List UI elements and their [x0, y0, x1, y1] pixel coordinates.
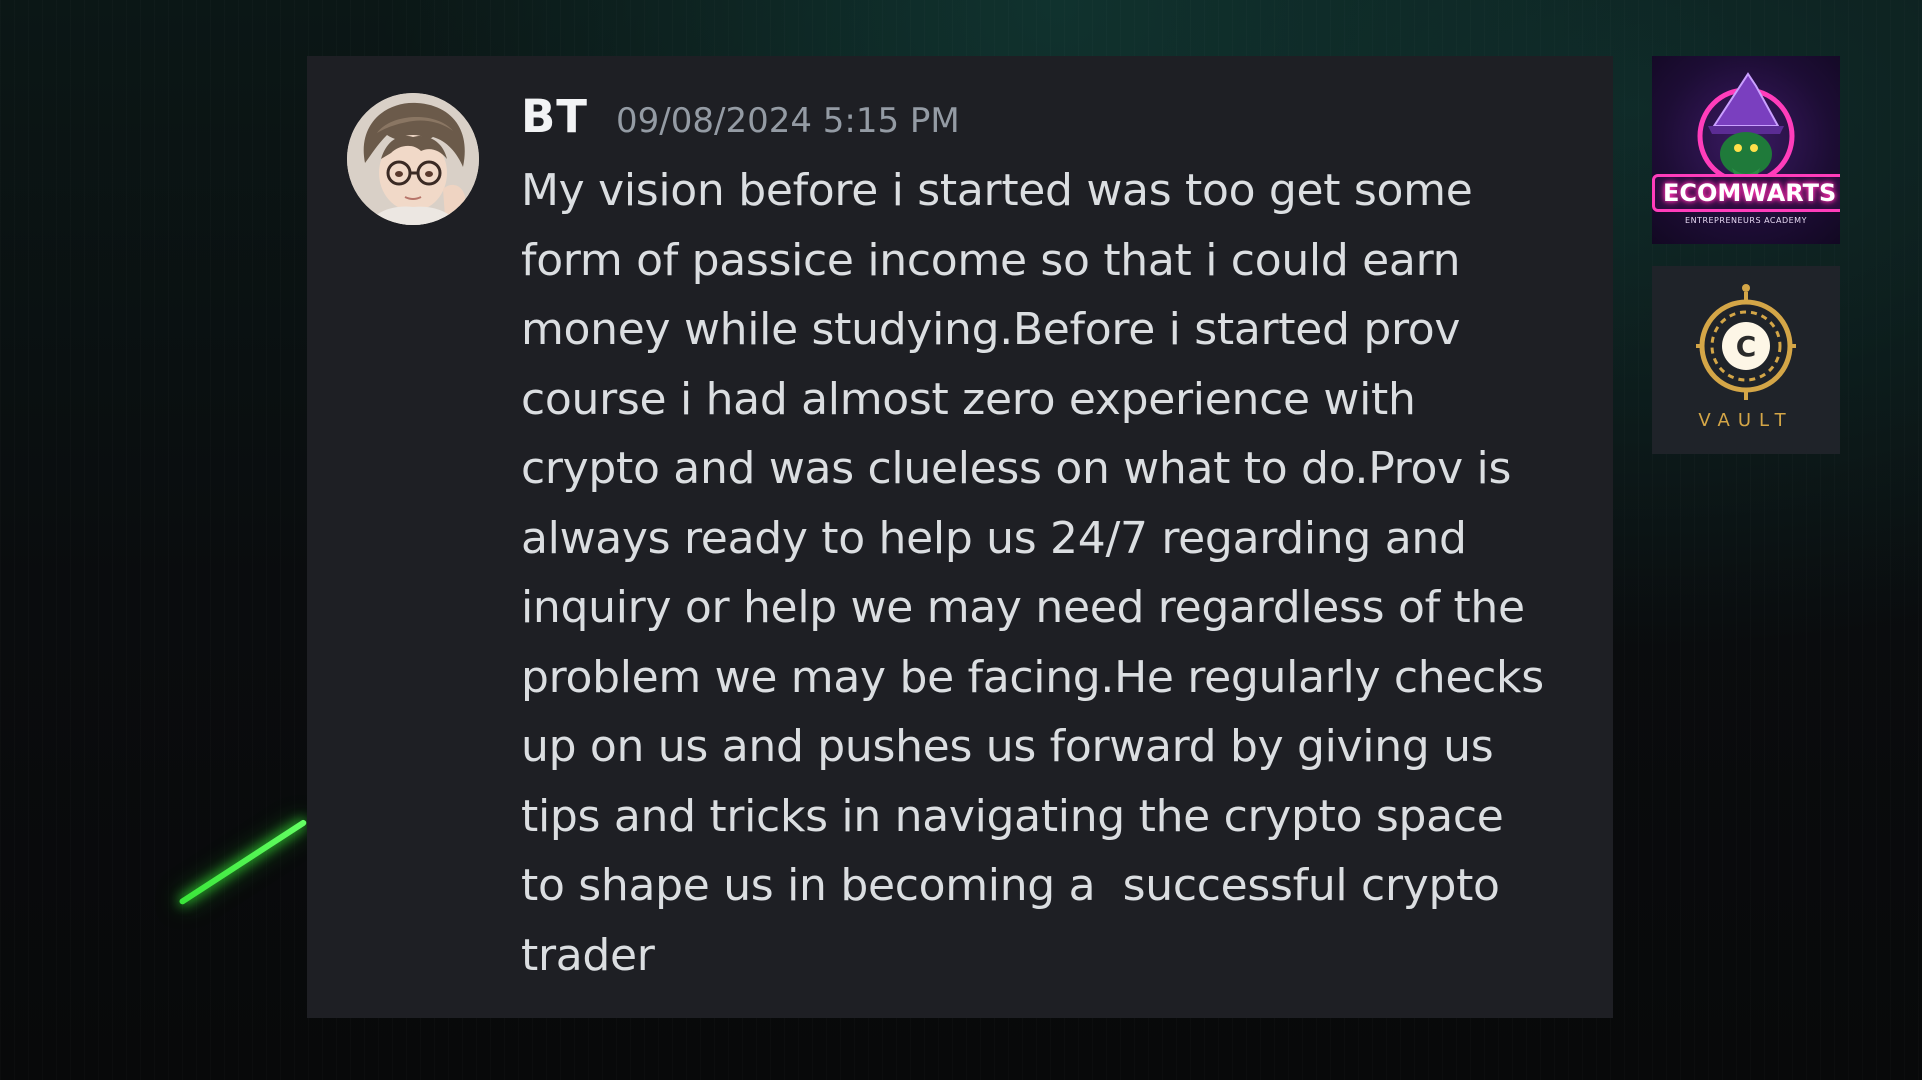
vault-wordmark: VAULT — [1698, 410, 1794, 431]
message-line: inquiry or help we may need regardless o… — [521, 582, 1525, 633]
message-timestamp: 09/08/2024 5:15 PM — [616, 101, 960, 141]
chat-message-card: BT 09/08/2024 5:15 PM My vision before i… — [307, 56, 1613, 1018]
username[interactable]: BT — [521, 90, 588, 143]
avatar[interactable] — [347, 93, 479, 225]
ecomwarts-tagline: ENTREPRENEURS ACADEMY — [1685, 216, 1807, 225]
message-line: money while studying.Before i started pr… — [521, 304, 1461, 355]
message-line: to shape us in becoming a successful cry… — [521, 860, 1500, 911]
message-body: My vision before i started was too get s… — [521, 156, 1591, 990]
message-line: form of passice income so that i could e… — [521, 234, 1461, 286]
message-line: trader — [521, 929, 655, 981]
message-line: tips and tricks in navigating the crypto… — [521, 790, 1504, 842]
background-stage: BT 09/08/2024 5:15 PM My vision before i… — [0, 0, 1922, 1080]
message-line: My vision before i started was too get s… — [521, 165, 1473, 216]
green-light-streak — [178, 818, 308, 906]
message-line: course i had almost zero experience with — [521, 373, 1416, 425]
message-line: always ready to help us 24/7 regarding a… — [521, 512, 1467, 564]
ecomwarts-wordmark: ECOMWARTS — [1652, 174, 1840, 212]
message-line: crypto and was clueless on what to do.Pr… — [521, 443, 1512, 494]
svg-text:C: C — [1736, 330, 1757, 363]
vault-logo: C VAULT — [1652, 266, 1840, 454]
message-header: BT 09/08/2024 5:15 PM — [521, 90, 960, 143]
message-line: problem we may be facing.He regularly ch… — [521, 651, 1544, 703]
avatar-illustration — [347, 93, 479, 225]
ecomwarts-logo: ECOMWARTS ENTREPRENEURS ACADEMY — [1652, 56, 1840, 244]
message-line: up on us and pushes us forward by giving… — [521, 721, 1494, 772]
